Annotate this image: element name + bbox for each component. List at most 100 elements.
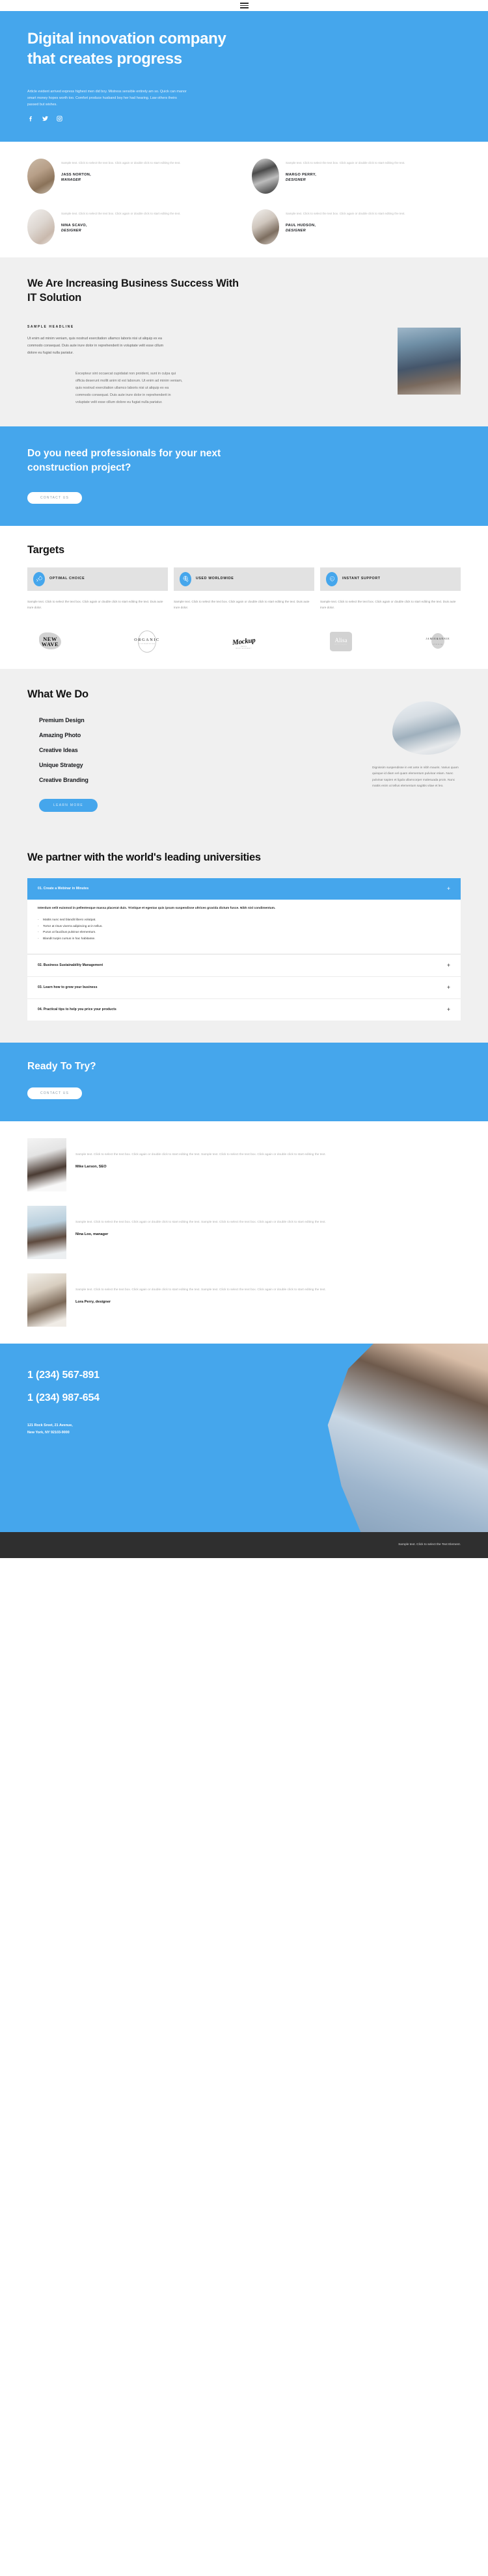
section-title: We partner with the world's leading univ… xyxy=(27,851,261,863)
increase-lead-text: Ut enim ad minim veniam, quis nostrud ex… xyxy=(27,336,164,355)
avatar xyxy=(27,159,55,194)
what-we-do-section: What We Do Premium Design Amazing Photo … xyxy=(0,668,488,834)
targets-description-row: Sample text. Click to select the text bo… xyxy=(27,599,461,610)
section-title: What We Do xyxy=(27,688,88,700)
accordion-item-04: 04. Practical tips to help you price you… xyxy=(27,999,461,1021)
team-testimonials-section: Sample text. Click to select the text bo… xyxy=(0,142,488,258)
avatar xyxy=(27,1205,66,1259)
contact-us-button[interactable]: CONTACT US xyxy=(27,1087,83,1099)
testimonial-role: DESIGNER xyxy=(286,228,306,233)
accordion-header[interactable]: 03. Learn how to grow your business + xyxy=(27,977,461,998)
hamburger-menu-icon[interactable] xyxy=(239,3,249,8)
footer-bottom-text: Sample text. Click to select the Text El… xyxy=(398,1543,461,1547)
logo-mockup: Mockup BAKE RESTAURANT xyxy=(221,631,267,652)
target-description: Sample text. Click to select the text bo… xyxy=(174,599,310,609)
accordion-bullet-list: Mattis nunc sed blandit libero volutpat.… xyxy=(38,917,450,942)
list-item: Unique Strategy xyxy=(39,761,83,768)
learn-more-button[interactable]: LEARN MORE xyxy=(39,798,98,812)
construction-cta-section: Do you need professionals for your next … xyxy=(0,426,488,526)
increase-secondary-text: Excepteur sint occaecat cupidatat non pr… xyxy=(75,372,183,404)
accordion-panel: Interdum velit euismod in pellentesque m… xyxy=(27,900,461,954)
section-title: We Are Increasing Business Success With … xyxy=(27,278,239,304)
accordion-title: 01. Create a Webinar in Minutes xyxy=(38,887,89,891)
plus-icon[interactable]: + xyxy=(447,984,450,991)
logo-text-line1: Mockup xyxy=(232,636,256,647)
avatar xyxy=(27,1138,66,1191)
avatar xyxy=(252,159,279,194)
footer-bottom-bar: Sample text. Click to select the Text El… xyxy=(0,1531,488,1558)
logo-subtext: STUDIO xyxy=(433,644,443,645)
instagram-icon[interactable] xyxy=(56,115,63,122)
target-card-instant-support[interactable]: INSTANT SUPPORT xyxy=(320,567,461,591)
services-list: Premium Design Amazing Photo Creative Id… xyxy=(27,717,157,783)
section-kicker: SAMPLE HEADLINE xyxy=(27,324,74,329)
list-item: Sample text. Click to select the text bo… xyxy=(27,1273,461,1327)
page-title: Targets xyxy=(27,543,64,556)
contact-us-button[interactable]: CONTACT US xyxy=(27,491,83,504)
list-item: Purus ut faucibus pulvinar elementum. xyxy=(38,930,450,936)
section-title: Ready To Try? xyxy=(27,1060,96,1072)
testimonial-role: DESIGNER xyxy=(61,228,81,233)
accordion-header[interactable]: 01. Create a Webinar in Minutes + xyxy=(27,878,461,900)
facebook-icon[interactable] xyxy=(27,115,34,122)
review-quote: Sample text. Click to select the text bo… xyxy=(75,1288,326,1292)
target-card-optimal-choice[interactable]: OPTIMAL CHOICE xyxy=(27,567,168,591)
accordion-header[interactable]: 04. Practical tips to help you price you… xyxy=(27,999,461,1021)
testimonial-role: DESIGNER xyxy=(286,177,306,182)
list-item: Sample text. Click to select the text bo… xyxy=(27,1138,461,1191)
accordion-lead-text: Interdum velit euismod in pellentesque m… xyxy=(38,906,276,910)
testimonial-quote: Sample text. Click to select the text bo… xyxy=(61,212,181,216)
accordion-item-03: 03. Learn how to grow your business + xyxy=(27,977,461,999)
target-description: Sample text. Click to select the text bo… xyxy=(320,599,456,609)
logo-subtext: BOUTIQUE xyxy=(334,644,347,645)
avatar xyxy=(27,209,55,245)
logo-jamie-and-annie: JAMIE&ANNIE STUDIO xyxy=(415,631,461,652)
rocket-icon xyxy=(33,571,45,586)
testimonial-name: NINA SCAVO, xyxy=(61,224,87,228)
reviews-section: Sample text. Click to select the text bo… xyxy=(0,1121,488,1344)
logo-alisa: Alisa BOUTIQUE xyxy=(318,631,364,652)
plus-icon[interactable]: + xyxy=(447,885,450,892)
target-label: OPTIMAL CHOICE xyxy=(49,576,85,580)
review-author: Mike Larson, SEO xyxy=(75,1165,107,1169)
logo-text-line1: Alisa xyxy=(334,636,347,644)
partner-universities-section: We partner with the world's leading univ… xyxy=(0,833,488,1043)
list-item: Sample text. Click to select the text bo… xyxy=(252,159,461,194)
accordion-title: 03. Learn how to grow your business xyxy=(38,985,98,990)
top-navigation-bar xyxy=(0,0,488,11)
logo-new-wave: NEW WAVE xyxy=(27,631,73,652)
accordion-item-01: 01. Create a Webinar in Minutes + Interd… xyxy=(27,878,461,955)
review-quote: Sample text. Click to select the text bo… xyxy=(75,1220,326,1224)
list-item: Creative Ideas xyxy=(39,746,78,753)
what-we-do-photo xyxy=(392,701,461,755)
plus-icon[interactable]: + xyxy=(447,1006,450,1013)
partner-logos-row: NEW WAVE ORGANIC FOOD&DRINK Mockup BAKE … xyxy=(0,616,488,669)
hero-description: Article evident arrived express highest … xyxy=(27,90,187,107)
list-item: Sample text. Click to select the text bo… xyxy=(27,159,236,194)
hero-title: Digital innovation company that creates … xyxy=(27,30,226,68)
targets-card-grid: OPTIMAL CHOICE USED WORLDWIDE INSTANT SU… xyxy=(27,567,461,591)
list-item: Mattis nunc sed blandit libero volutpat. xyxy=(38,917,450,924)
testimonial-quote: Sample text. Click to select the text bo… xyxy=(286,161,405,165)
accordion-title: 04. Practical tips to help you price you… xyxy=(38,1008,116,1012)
target-card-used-worldwide[interactable]: USED WORLDWIDE xyxy=(174,567,314,591)
accordion: 01. Create a Webinar in Minutes + Interd… xyxy=(27,878,461,1021)
target-label: INSTANT SUPPORT xyxy=(342,576,381,580)
section-photo xyxy=(398,328,461,395)
ready-to-try-section: Ready To Try? CONTACT US xyxy=(0,1042,488,1121)
logo-subtext: BAKE RESTAURANT xyxy=(236,645,252,650)
logo-subtext: FOOD&DRINK xyxy=(139,643,156,645)
landing-page: Digital innovation company that creates … xyxy=(0,0,488,1558)
social-links xyxy=(27,115,461,122)
list-item: Premium Design xyxy=(39,716,85,723)
plus-icon[interactable]: + xyxy=(447,962,450,969)
list-item: Amazing Photo xyxy=(39,731,81,738)
testimonial-name: PAUL HUDSON, xyxy=(286,224,316,228)
cta-title: Do you need professionals for your next … xyxy=(27,448,221,473)
twitter-icon[interactable] xyxy=(42,115,49,122)
logo-text-line1: JAMIE&ANNIE xyxy=(426,637,450,640)
target-description: Sample text. Click to select the text bo… xyxy=(27,599,163,609)
logo-text-line2: WAVE xyxy=(41,640,59,647)
accordion-header[interactable]: 02. Business Sustainability Management + xyxy=(27,955,461,976)
testimonial-quote: Sample text. Click to select the text bo… xyxy=(61,161,181,165)
